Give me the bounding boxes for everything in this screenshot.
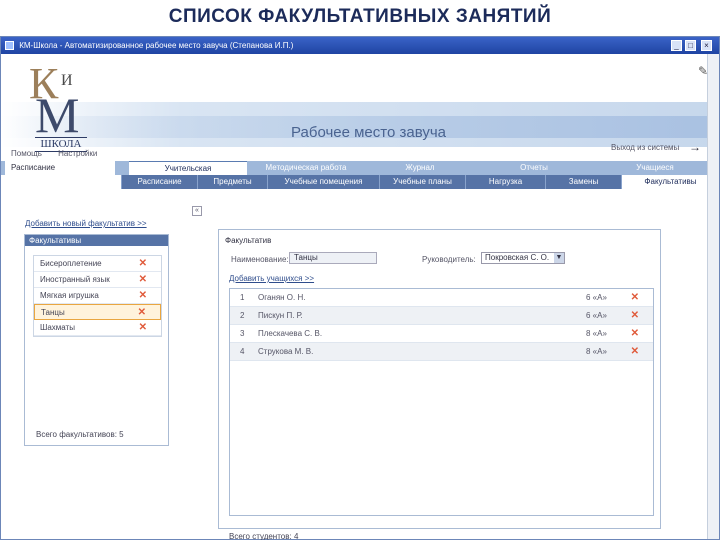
student-name: Оганян О. Н. (258, 293, 306, 302)
add-elective-link[interactable]: Добавить новый факультатив >> (25, 219, 147, 228)
window-title: КМ-Школа - Автоматизированное рабочее ме… (19, 41, 294, 50)
minimize-button[interactable]: _ (671, 40, 682, 51)
subtab-substitutions[interactable]: Замены (545, 175, 621, 189)
help-link[interactable]: Помощь (11, 149, 42, 158)
elective-name: Мягкая игрушка (40, 291, 99, 300)
table-row[interactable]: 3 Плескачева С. В. 8 «А» ✕ (230, 325, 653, 343)
details-header: Факультатив (225, 236, 272, 245)
tab-reports[interactable]: Отчеты (479, 161, 589, 175)
row-number: 3 (240, 329, 245, 338)
delete-icon[interactable]: ✕ (631, 307, 639, 325)
tab-students[interactable]: Учащиеся (593, 161, 717, 175)
student-grade: 8 «А» (586, 347, 607, 356)
elective-details-panel: Факультатив Наименование: Танцы Руководи… (218, 229, 661, 529)
delete-icon[interactable]: ✕ (631, 325, 639, 343)
student-name: Пискун П. Р. (258, 311, 303, 320)
student-name: Плескачева С. В. (258, 329, 323, 338)
subtab-classrooms[interactable]: Учебные помещения (267, 175, 379, 189)
name-label: Наименование: (231, 255, 289, 264)
tab-journal[interactable]: Журнал (365, 161, 475, 175)
row-number: 1 (240, 293, 245, 302)
chevron-down-icon[interactable]: ▼ (554, 253, 564, 263)
electives-list: Бисероплетение ✕ Иностранный язык ✕ Мягк… (33, 255, 162, 337)
electives-panel: Факультативы Бисероплетение ✕ Иностранны… (24, 234, 169, 446)
window-titlebar: КМ-Школа - Автоматизированное рабочее ме… (1, 37, 719, 54)
exit-arrow-icon[interactable]: → (689, 140, 701, 154)
leader-selected-value: Покровская С. О. (485, 253, 550, 262)
leader-label: Руководитель: (422, 255, 476, 264)
tab-teachers-room[interactable]: Учительская (129, 161, 247, 175)
app-icon (5, 41, 14, 51)
sub-tabs: Расписание Предметы Учебные помещения Уч… (121, 175, 719, 189)
delete-icon[interactable]: ✕ (139, 320, 147, 336)
electives-total: Всего факультативов: 5 (36, 430, 124, 439)
delete-icon[interactable]: ✕ (631, 343, 639, 361)
elective-item[interactable]: Иностранный язык ✕ (34, 272, 161, 288)
settings-link[interactable]: Настройки (58, 149, 97, 158)
main-tabs: Расписание Учительская Методическая рабо… (1, 161, 719, 175)
table-row[interactable]: 1 Оганян О. Н. 6 «А» ✕ (230, 289, 653, 307)
student-grade: 8 «А» (586, 329, 607, 338)
students-total: Всего студентов: 4 (229, 532, 299, 540)
subtab-workload[interactable]: Нагрузка (465, 175, 545, 189)
elective-item-selected[interactable]: Танцы ✕ (34, 304, 161, 320)
delete-icon[interactable]: ✕ (138, 305, 146, 321)
subtab-schedule[interactable]: Расписание (121, 175, 197, 189)
close-window-button[interactable]: × (701, 40, 712, 51)
collapse-panel-button[interactable]: « (192, 206, 202, 216)
elective-name: Иностранный язык (40, 275, 110, 284)
elective-name: Бисероплетение (40, 259, 102, 268)
table-row[interactable]: 2 Пискун П. Р. 6 «А» ✕ (230, 307, 653, 325)
tab-schedule[interactable]: Расписание (5, 161, 115, 175)
subtab-electives[interactable]: Факультативы (621, 175, 719, 189)
elective-item[interactable]: Шахматы ✕ (34, 320, 161, 336)
table-row[interactable]: 4 Струкова М. В. 8 «А» ✕ (230, 343, 653, 361)
student-grade: 6 «А» (586, 293, 607, 302)
vertical-scrollbar[interactable] (707, 54, 719, 539)
slide-title: СПИСОК ФАКУЛЬТАТИВНЫХ ЗАНЯТИЙ (168, 6, 552, 27)
top-menu: Помощь Настройки (11, 149, 111, 158)
km-school-logo: К И М ШКОЛА (29, 62, 93, 152)
elective-name: Шахматы (40, 323, 75, 332)
add-students-link[interactable]: Добавить учащихся >> (229, 274, 314, 283)
leader-select[interactable]: Покровская С. О. ▼ (481, 252, 565, 264)
elective-name: Танцы (41, 308, 65, 317)
exit-link[interactable]: Выход из системы (611, 143, 679, 152)
delete-icon[interactable]: ✕ (631, 289, 639, 307)
delete-icon[interactable]: ✕ (139, 272, 147, 288)
elective-item[interactable]: Мягкая игрушка ✕ (34, 288, 161, 304)
name-input[interactable]: Танцы (289, 252, 377, 264)
students-table: 1 Оганян О. Н. 6 «А» ✕ 2 Пискун П. Р. 6 … (229, 288, 654, 516)
student-grade: 6 «А» (586, 311, 607, 320)
app-window: КМ-Школа - Автоматизированное рабочее ме… (0, 36, 720, 540)
row-number: 4 (240, 347, 245, 356)
page-title: Рабочее место завуча (291, 124, 447, 141)
maximize-button[interactable]: □ (685, 40, 696, 51)
delete-icon[interactable]: ✕ (139, 288, 147, 304)
electives-panel-header: Факультативы (25, 235, 168, 246)
subtab-subjects[interactable]: Предметы (197, 175, 267, 189)
row-number: 2 (240, 311, 245, 320)
elective-item[interactable]: Бисероплетение ✕ (34, 256, 161, 272)
subtab-study-plans[interactable]: Учебные планы (379, 175, 465, 189)
app-content: К И М ШКОЛА ✎ Рабочее место завуча Выход… (1, 54, 719, 540)
student-name: Струкова М. В. (258, 347, 314, 356)
logo-letter-m: М (35, 87, 80, 143)
delete-icon[interactable]: ✕ (139, 256, 147, 272)
tab-methodical-work[interactable]: Методическая работа (251, 161, 361, 175)
